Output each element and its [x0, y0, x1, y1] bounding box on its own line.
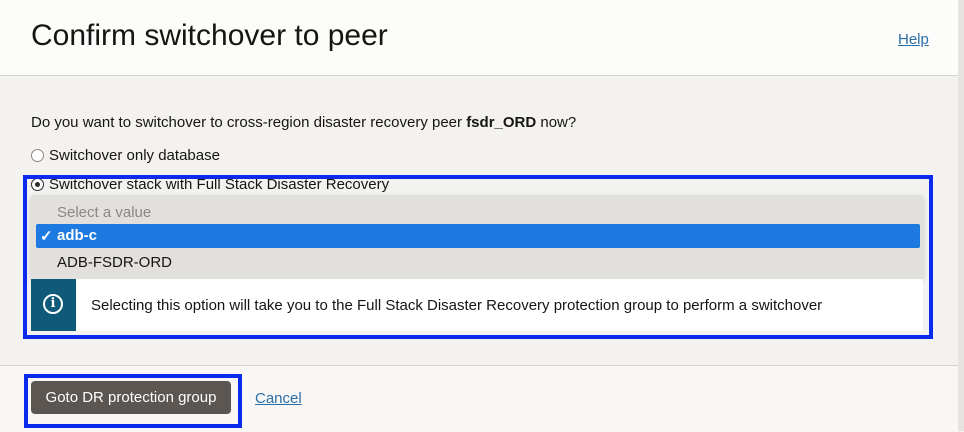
- dialog-title: Confirm switchover to peer: [31, 19, 388, 52]
- highlight-annotation-options: [23, 175, 933, 339]
- scrollbar[interactable]: [958, 0, 964, 431]
- switchover-question: Do you want to switchover to cross-regio…: [31, 114, 576, 131]
- peer-name: fsdr_ORD: [466, 114, 537, 131]
- radio-button[interactable]: [31, 149, 44, 162]
- help-link[interactable]: Help: [898, 31, 929, 48]
- option-label: Switchover only database: [49, 147, 220, 164]
- cancel-link[interactable]: Cancel: [255, 390, 302, 407]
- question-suffix: now?: [536, 114, 577, 131]
- dialog-header: Confirm switchover to peer Help: [0, 0, 964, 76]
- question-prefix: Do you want to switchover to cross-regio…: [31, 114, 467, 131]
- option-switchover-database[interactable]: Switchover only database: [31, 147, 220, 164]
- goto-dr-protection-group-button[interactable]: Goto DR protection group: [31, 381, 231, 414]
